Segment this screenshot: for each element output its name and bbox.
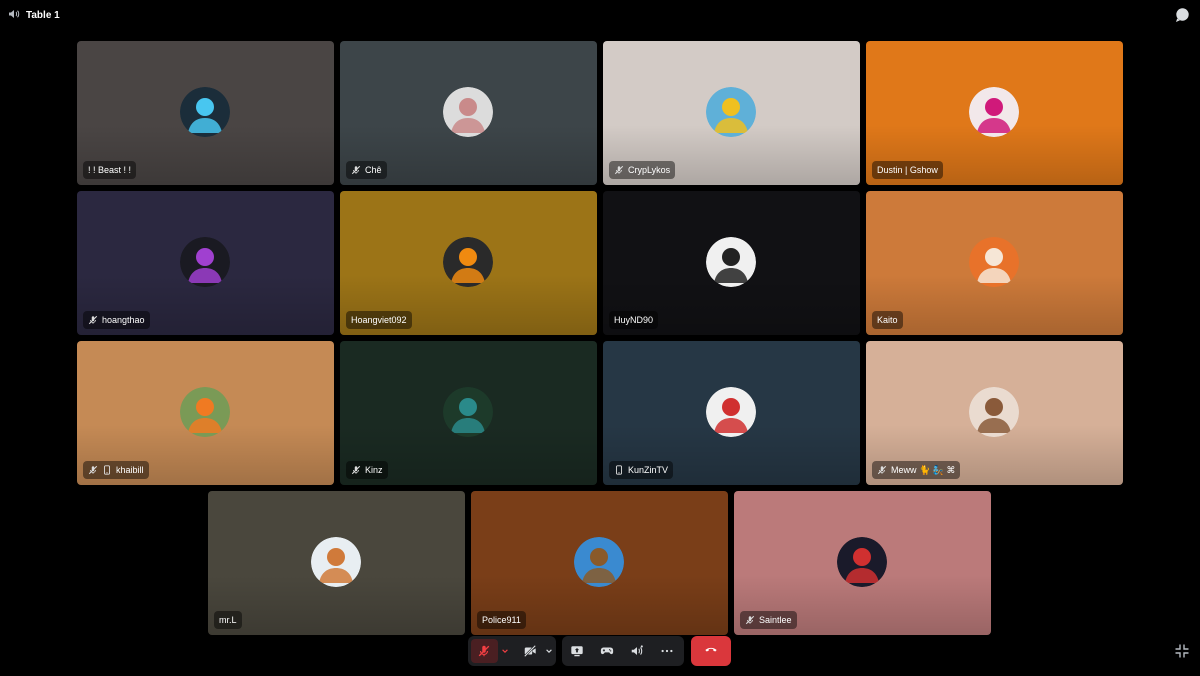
microphone-muted-icon [877,465,887,475]
participant-tile[interactable]: CrypLykos [603,41,860,185]
participant-name: Chê [365,165,382,175]
avatar [311,537,361,587]
participant-name: Kinz [365,465,383,475]
participant-name: khaibill [116,465,144,475]
participant-name: Hoangviet092 [351,315,407,325]
participant-name: mr.L [219,615,237,625]
microphone-muted-icon [351,465,361,475]
participant-name: HuyND90 [614,315,654,325]
avatar [706,237,756,287]
participant-name-tag: HuyND90 [609,311,659,329]
participant-tile[interactable]: HuyND90 [603,191,860,335]
avatar [180,87,230,137]
speaker-icon [8,8,20,23]
more-options-icon[interactable] [652,636,682,666]
participant-name-tag: Saintlee [740,611,797,629]
participant-name: CrypLykos [628,165,671,175]
end-call-button[interactable] [691,636,731,666]
participant-name: hoangthao [102,315,145,325]
gamepad-icon[interactable] [592,636,622,666]
avatar [180,387,230,437]
participant-tile[interactable]: Chê [340,41,597,185]
participant-name-tag: mr.L [214,611,242,629]
microphone-muted-icon [88,315,98,325]
participant-name: Kaito [877,315,898,325]
participant-name-tag: Meww 🐈 🧞 ⌘ [872,461,961,479]
mobile-device-icon [102,465,112,475]
participant-tile[interactable]: Police911 [471,491,728,635]
soundboard-icon[interactable] [622,636,652,666]
participant-tile[interactable]: mr.L [208,491,465,635]
audio-video-controls [468,636,556,666]
chevron-down-icon[interactable] [543,636,556,666]
avatar [969,237,1019,287]
channel-name: Table 1 [26,10,60,21]
participant-name: Saintlee [759,615,792,625]
participant-tile[interactable]: khaibill [77,341,334,485]
exit-fullscreen-icon[interactable] [1174,643,1190,659]
avatar [443,87,493,137]
participant-name-tag: Dustin | Gshow [872,161,943,179]
top-bar: Table 1 [0,0,1200,30]
participant-name: Police911 [482,615,521,625]
participant-name-tag: KunZinTV [609,461,674,479]
participant-name-tag: Police911 [477,611,526,629]
mobile-device-icon [614,465,624,475]
participant-name-tag: Kinz [346,461,388,479]
screen-share-icon[interactable] [562,636,592,666]
participant-tile[interactable]: Meww 🐈 🧞 ⌘ [866,341,1123,485]
activity-controls [562,636,684,666]
avatar [443,387,493,437]
chat-bubble-icon[interactable] [1174,7,1190,23]
microphone-muted-icon [88,465,98,475]
participant-name-tag: khaibill [83,461,149,479]
participant-name-tag: Kaito [872,311,903,329]
participant-name: ! ! Beast ! ! [88,165,132,175]
participant-name-tag: Chê [346,161,387,179]
participant-name-tag: ! ! Beast ! ! [83,161,137,179]
participant-name: KunZinTV [628,465,669,475]
participant-tile[interactable]: hoangthao [77,191,334,335]
participant-tile[interactable]: Kinz [340,341,597,485]
avatar [574,537,624,587]
participant-tile[interactable]: ! ! Beast ! ! [77,41,334,185]
microphone-muted-icon [614,165,624,175]
participant-name-tag: hoangthao [83,311,150,329]
avatar [706,87,756,137]
avatar [706,387,756,437]
participant-name: Dustin | Gshow [877,165,938,175]
avatar [443,237,493,287]
participant-tile[interactable]: Kaito [866,191,1123,335]
end-call-icon [704,642,718,661]
participant-name: Meww 🐈 🧞 ⌘ [891,464,956,475]
avatar [837,537,887,587]
avatar [180,237,230,287]
chevron-down-icon[interactable] [498,636,511,666]
participant-tile[interactable]: KunZinTV [603,341,860,485]
participant-tile[interactable]: Hoangviet092 [340,191,597,335]
avatar [969,87,1019,137]
participant-tile[interactable]: Saintlee [734,491,991,635]
microphone-muted-icon [745,615,755,625]
channel-header: Table 1 [8,8,60,23]
camera-off-icon[interactable] [517,636,542,666]
participant-name-tag: CrypLykos [609,161,676,179]
participant-name-tag: Hoangviet092 [346,311,412,329]
microphone-muted-icon [351,165,361,175]
avatar [969,387,1019,437]
participant-tile[interactable]: Dustin | Gshow [866,41,1123,185]
microphone-muted-icon[interactable] [471,639,498,663]
